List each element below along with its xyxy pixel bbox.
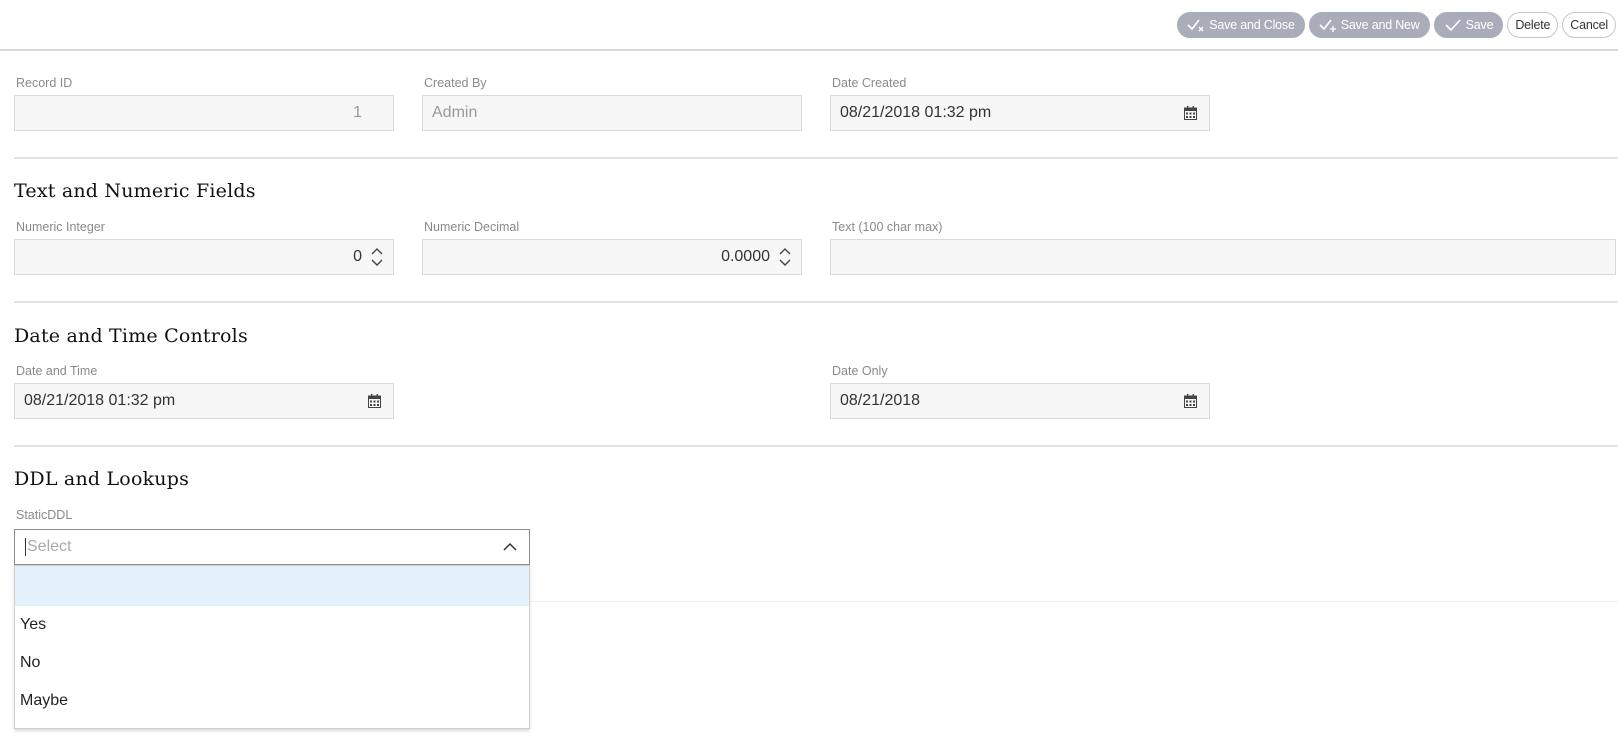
check-icon — [1444, 18, 1461, 32]
static-ddl-options: Yes No Maybe — [14, 565, 530, 729]
save-and-close-button[interactable]: Save and Close — [1177, 12, 1305, 38]
created-by-field[interactable]: Admin — [422, 95, 802, 131]
calendar-icon[interactable] — [1184, 106, 1197, 120]
toolbar-buttons: Save and Close Save and New Save Delete — [1177, 12, 1616, 38]
section-title-date-time: Date and Time Controls — [14, 325, 248, 347]
numeric-decimal-value: 0.0000 — [721, 248, 770, 265]
delete-button[interactable]: Delete — [1507, 12, 1559, 38]
calendar-icon[interactable] — [1184, 394, 1197, 408]
chevron-up-icon[interactable] — [503, 541, 517, 553]
static-ddl-label: StaticDDL — [16, 508, 73, 522]
numeric-integer-label: Numeric Integer — [16, 220, 105, 234]
calendar-icon[interactable] — [368, 394, 381, 408]
numeric-decimal-field[interactable]: 0.0000 — [422, 239, 802, 275]
spinner-icon[interactable] — [370, 245, 384, 269]
date-only-label: Date Only — [832, 364, 888, 378]
section-title-text-numeric: Text and Numeric Fields — [14, 180, 256, 202]
date-and-time-value: 08/21/2018 01:32 pm — [24, 392, 176, 409]
option-label: No — [20, 654, 41, 671]
delete-label: Delete — [1515, 18, 1551, 32]
date-only-value: 08/21/2018 — [840, 392, 921, 409]
static-ddl-placeholder: Select — [27, 538, 72, 555]
dropdown-option-empty[interactable] — [15, 566, 529, 606]
check-plus-icon — [1319, 18, 1336, 32]
save-button[interactable]: Save — [1433, 12, 1504, 38]
section-divider — [14, 301, 1618, 303]
record-id-value: 1 — [353, 104, 362, 121]
date-created-field[interactable]: 08/21/2018 01:32 pm — [830, 95, 1210, 131]
numeric-decimal-label: Numeric Decimal — [424, 220, 520, 234]
save-and-close-label: Save and Close — [1209, 18, 1295, 32]
numeric-integer-value: 0 — [353, 248, 362, 265]
date-only-field[interactable]: 08/21/2018 — [830, 383, 1210, 419]
check-close-icon — [1187, 18, 1204, 32]
text-field-label: Text (100 char max) — [832, 220, 943, 234]
save-and-new-label: Save and New — [1340, 18, 1420, 32]
text-field[interactable] — [830, 239, 1616, 275]
record-id-field[interactable]: 1 — [14, 95, 394, 131]
created-by-label: Created By — [424, 76, 487, 90]
dropdown-option-yes[interactable]: Yes — [15, 606, 529, 644]
date-and-time-field[interactable]: 08/21/2018 01:32 pm — [14, 383, 394, 419]
text-cursor — [25, 538, 26, 556]
static-ddl-select[interactable]: Select — [14, 529, 530, 565]
created-by-value: Admin — [432, 104, 478, 121]
option-label: Yes — [20, 616, 47, 633]
cancel-button[interactable]: Cancel — [1562, 12, 1616, 38]
date-and-time-label: Date and Time — [16, 364, 98, 378]
top-toolbar: Save and Close Save and New Save Delete — [0, 0, 1618, 51]
option-label: Maybe — [20, 692, 69, 709]
section-divider — [14, 157, 1618, 159]
dropdown-option-maybe[interactable]: Maybe — [15, 682, 529, 720]
section-divider — [14, 445, 1618, 447]
record-id-label: Record ID — [16, 76, 73, 90]
save-label: Save — [1465, 18, 1494, 32]
cancel-label: Cancel — [1570, 18, 1608, 32]
section-divider-faint — [530, 601, 1618, 602]
date-created-label: Date Created — [832, 76, 907, 90]
spinner-icon[interactable] — [778, 245, 792, 269]
numeric-integer-field[interactable]: 0 — [14, 239, 394, 275]
section-title-ddl: DDL and Lookups — [14, 468, 190, 490]
dropdown-option-no[interactable]: No — [15, 644, 529, 682]
date-created-value: 08/21/2018 01:32 pm — [840, 104, 992, 121]
save-and-new-button[interactable]: Save and New — [1308, 12, 1430, 38]
